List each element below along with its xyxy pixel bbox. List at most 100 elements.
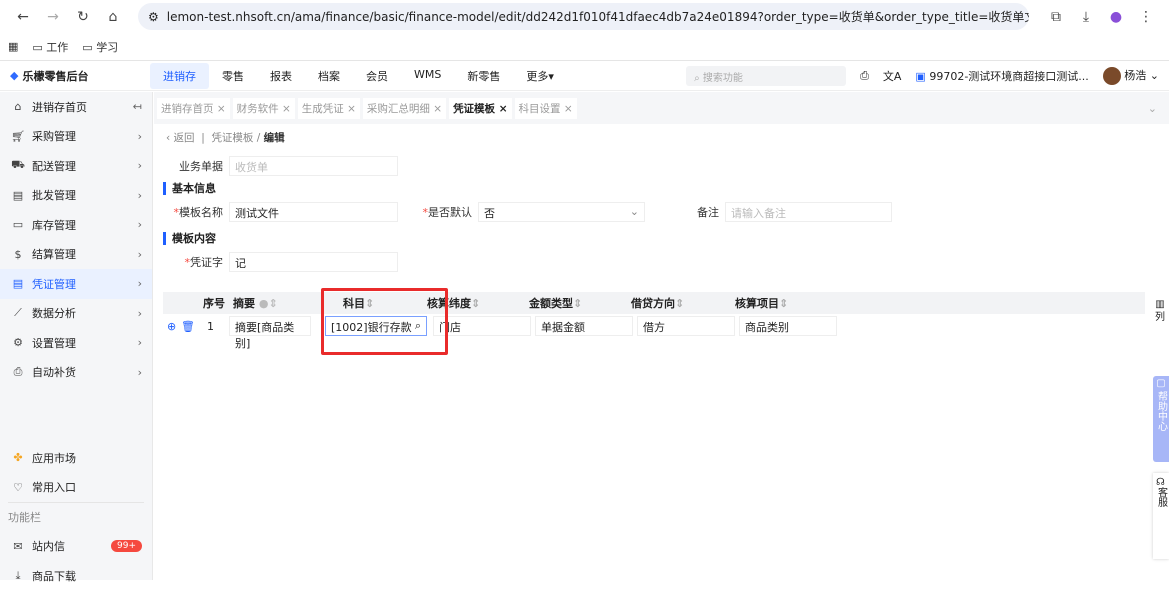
help-icon: ▢ <box>1156 378 1166 389</box>
download-icon: ⤓ <box>15 568 21 582</box>
sidebar-item-analysis[interactable]: ⟋ 数据分析 › <box>0 299 152 329</box>
col-label: 借贷方向 <box>631 297 675 310</box>
default-select[interactable]: 否 ⌄ <box>478 201 645 222</box>
translate-icon[interactable]: ⽂ <box>1024 8 1029 25</box>
sidebar-item-favorites[interactable]: ♡ 常用入口 <box>0 473 152 503</box>
top-menu: 进销存 零售 报表 档案 会员 WMS 新零售 更多▾ <box>150 62 567 89</box>
menu-item[interactable]: WMS <box>401 63 454 89</box>
sidebar: ⌂ 进销存首页 ↤ 🛒︎ 采购管理 › ⛟ 配送管理 › ▤ 批发管理 › ▭ 库存管理 › $ 结算… <box>0 92 153 583</box>
tab[interactable]: 科目设置 × <box>514 97 577 119</box>
apps-icon[interactable]: ▦ <box>8 40 18 53</box>
home-icon[interactable]: ⌂ <box>98 9 128 25</box>
chevron-right-icon: › <box>137 277 142 291</box>
app-logo[interactable]: ◆ 乐檬零售后台 <box>0 68 150 84</box>
sidebar-item-settings[interactable]: ⚙ 设置管理 › <box>0 328 152 358</box>
breadcrumb-parent[interactable]: 凭证模板 <box>211 132 253 144</box>
bookmark-label: 学习 <box>96 40 119 54</box>
sidebar-item-settlement[interactable]: $ 结算管理 › <box>0 240 152 270</box>
col-item[interactable]: 核算项目⇕ <box>731 295 835 311</box>
gear-icon: ⚙ <box>13 336 23 350</box>
sidebar-label: 商品下载 <box>32 569 76 583</box>
doc-label: 业务单据 <box>179 159 223 173</box>
sidebar-item-messages[interactable]: ✉ 站内信 99+ <box>0 532 152 562</box>
tab[interactable]: 生成凭证 × <box>297 97 360 119</box>
unread-badge: 99+ <box>111 540 142 553</box>
highlight-box <box>321 288 448 355</box>
headset-icon: ☊ <box>1156 477 1165 488</box>
summary-input[interactable]: 摘要[商品类别] <box>229 316 311 350</box>
table-row: ⊕ 🗑︎ 1 摘要[商品类别] [1002]银行存款 ⌕ 门店 单据金额 借方 商… <box>163 314 1145 350</box>
sidebar-item-wholesale[interactable]: ▤ 批发管理 › <box>0 181 152 211</box>
sidebar-item-replenish[interactable]: ⎙ 自动补货 › <box>0 358 152 388</box>
menu-item[interactable]: 新零售 <box>454 63 513 89</box>
section-label: 功能栏 <box>8 511 41 525</box>
chevron-right-icon: › <box>137 306 142 320</box>
col-direction[interactable]: 借贷方向⇕ <box>627 295 731 311</box>
wholesale-icon: ▤ <box>12 188 24 202</box>
extensions-icon[interactable]: ⧉ <box>1041 9 1071 25</box>
function-search[interactable]: ⌕ 搜索功能 <box>686 65 847 86</box>
name-label: 模板名称 <box>179 205 223 219</box>
menu-item[interactable]: 档案 <box>305 63 353 89</box>
bookmark-folder[interactable]: ▭ 工作 <box>32 39 68 55</box>
menu-item[interactable]: 更多▾ <box>513 63 567 89</box>
main-content: 进销存首页 × 财务软件 × 生成凭证 × 采购汇总明细 × 凭证模板 × 科目… <box>154 92 1169 580</box>
help-center-button[interactable]: ▢ 帮助中心 <box>1153 376 1169 462</box>
reload-icon[interactable]: ↻ <box>68 9 98 25</box>
remark-input[interactable]: 请输入备注 <box>725 201 892 222</box>
col-label: 摘要 <box>233 297 255 310</box>
template-name-input[interactable]: 测试文件 <box>229 201 398 222</box>
tab-active[interactable]: 凭证模板 × <box>449 97 512 119</box>
menu-item[interactable]: 进销存 <box>150 62 209 89</box>
delete-row-icon[interactable]: 🗑︎ <box>181 320 207 333</box>
profile-icon[interactable]: ● <box>1101 9 1131 25</box>
sidebar-item-purchase[interactable]: 🛒︎ 采购管理 › <box>0 122 152 152</box>
tab[interactable]: 采购汇总明细 × <box>362 97 447 119</box>
store-selector[interactable]: ▣ 99702-测试环境商超接口测试... <box>915 68 1088 84</box>
sidebar-item-app-market[interactable]: ✤ 应用市场 <box>0 443 152 473</box>
sidebar-label: 数据分析 <box>32 307 76 321</box>
direction-input[interactable]: 借方 <box>637 316 735 336</box>
more-icon[interactable]: ⋮ <box>1131 9 1161 25</box>
sidebar-item-inventory[interactable]: ▭ 库存管理 › <box>0 210 152 240</box>
back-link[interactable]: ‹ 返回 <box>166 132 195 144</box>
col-summary[interactable]: 摘要 ●⇕ <box>229 295 319 311</box>
voucher-icon: ▤ <box>12 277 24 291</box>
sidebar-label: 进销存首页 <box>32 100 87 114</box>
collapse-icon[interactable]: ↤ <box>133 100 142 113</box>
columns-icon: ▥ <box>1155 299 1165 310</box>
sidebar-label: 自动补货 <box>32 366 76 380</box>
col-amount[interactable]: 金额类型⇕ <box>525 295 627 311</box>
chevron-down-icon[interactable]: ⌄ <box>1148 102 1157 115</box>
menu-item[interactable]: 零售 <box>209 63 257 89</box>
sidebar-label: 常用入口 <box>32 481 76 495</box>
amount-type-input[interactable]: 单据金额 <box>535 316 633 336</box>
user-menu[interactable]: 杨浩 ⌄ <box>1102 66 1159 85</box>
column-settings-button[interactable]: ▥ 列 <box>1155 298 1165 324</box>
print-icon[interactable]: ⎙ <box>860 69 869 83</box>
forward-icon[interactable]: → <box>38 9 68 25</box>
tab[interactable]: 财务软件 × <box>232 97 295 119</box>
service-label: 客服 <box>1155 487 1167 507</box>
bookmark-folder[interactable]: ▭ 学习 <box>82 39 118 55</box>
sidebar-item-voucher[interactable]: ▤ 凭证管理 › <box>0 269 152 299</box>
tab[interactable]: 进销存首页 × <box>157 97 230 119</box>
menu-item[interactable]: 报表 <box>257 63 305 89</box>
col-label: 金额类型 <box>529 297 573 310</box>
sidebar-label: 应用市场 <box>32 451 76 465</box>
chart-icon: ⟋ <box>14 306 22 320</box>
address-bar[interactable]: ⚙ lemon-test.nhsoft.cn/ama/finance/basic/… <box>138 3 1029 30</box>
back-icon[interactable]: ← <box>8 9 38 25</box>
doc-field: 收货单 <box>229 155 398 176</box>
add-row-icon[interactable]: ⊕ <box>163 320 181 333</box>
customer-service-button[interactable]: ☊ 客服 <box>1153 473 1169 559</box>
sidebar-item-download[interactable]: ⤓ 商品下载 <box>0 561 152 591</box>
sidebar-item-delivery[interactable]: ⛟ 配送管理 › <box>0 151 152 181</box>
app-market-icon: ✤ <box>13 451 23 465</box>
voucher-word-input[interactable]: 记 <box>229 251 398 272</box>
language-icon[interactable]: 文A <box>883 68 902 84</box>
download-icon[interactable]: ⤓ <box>1071 9 1101 25</box>
sidebar-item-home[interactable]: ⌂ 进销存首页 ↤ <box>0 92 152 122</box>
item-input[interactable]: 商品类别 <box>739 316 837 336</box>
menu-item[interactable]: 会员 <box>353 63 401 89</box>
